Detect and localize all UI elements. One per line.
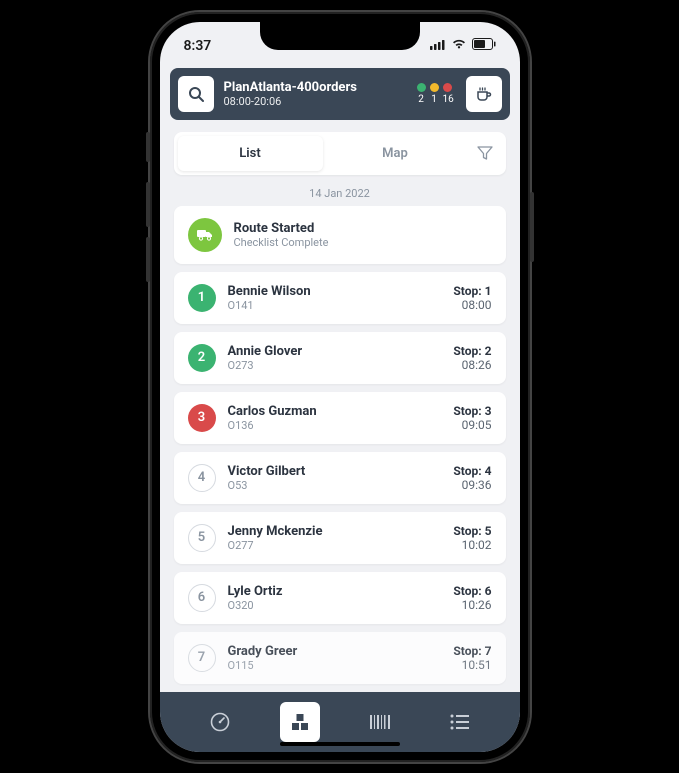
route-status-sub: Checklist Complete bbox=[234, 236, 492, 249]
stop-card[interactable]: 4 Victor Gilbert O53 Stop: 4 09:36 bbox=[174, 452, 506, 504]
stop-time: 09:36 bbox=[453, 478, 491, 492]
stop-name: Grady Greer bbox=[228, 644, 442, 659]
stop-card[interactable]: 6 Lyle Ortiz O320 Stop: 6 10:26 bbox=[174, 572, 506, 624]
stop-card[interactable]: 2 Annie Glover O273 Stop: 2 08:26 bbox=[174, 332, 506, 384]
stop-time: 10:51 bbox=[453, 658, 491, 672]
stop-name: Jenny Mckenzie bbox=[228, 524, 442, 539]
stop-time: 09:05 bbox=[453, 418, 491, 432]
stop-name: Carlos Guzman bbox=[228, 404, 442, 419]
tab-map[interactable]: Map bbox=[323, 136, 468, 171]
truck-badge bbox=[188, 218, 222, 252]
nav-stops[interactable] bbox=[280, 702, 320, 742]
search-icon bbox=[188, 86, 204, 102]
view-tabs: List Map bbox=[174, 132, 506, 175]
stop-card[interactable]: 5 Jenny Mckenzie O277 Stop: 5 10:02 bbox=[174, 512, 506, 564]
stop-code: O141 bbox=[228, 299, 442, 312]
list-icon bbox=[450, 714, 470, 730]
plan-time: 08:00-20:06 bbox=[224, 95, 407, 108]
battery-icon bbox=[472, 38, 496, 54]
home-indicator[interactable] bbox=[280, 742, 400, 746]
stop-name: Bennie Wilson bbox=[228, 284, 442, 299]
stop-number: Stop: 3 bbox=[453, 404, 491, 418]
stop-time: 08:26 bbox=[453, 358, 491, 372]
status-summary[interactable]: 2 1 16 bbox=[417, 83, 452, 105]
dot-yellow bbox=[430, 83, 439, 92]
coffee-icon bbox=[475, 85, 493, 103]
date-label: 14 Jan 2022 bbox=[160, 187, 520, 200]
nav-dashboard[interactable] bbox=[200, 702, 240, 742]
stop-number: Stop: 2 bbox=[453, 344, 491, 358]
stop-badge: 3 bbox=[188, 404, 216, 432]
route-status-title: Route Started bbox=[234, 221, 492, 236]
search-button[interactable] bbox=[178, 76, 214, 112]
wifi-icon bbox=[451, 38, 467, 54]
filter-icon bbox=[477, 145, 493, 161]
stop-number: Stop: 7 bbox=[453, 644, 491, 658]
stop-badge: 6 bbox=[188, 584, 216, 612]
dot-red bbox=[443, 83, 452, 92]
route-status-card[interactable]: Route Started Checklist Complete bbox=[174, 206, 506, 264]
count-yellow: 1 bbox=[430, 94, 439, 105]
clock: 8:37 bbox=[184, 38, 212, 54]
stop-number: Stop: 4 bbox=[453, 464, 491, 478]
stop-badge: 7 bbox=[188, 644, 216, 672]
nav-scan[interactable] bbox=[360, 702, 400, 742]
tab-list[interactable]: List bbox=[178, 136, 323, 171]
gauge-icon bbox=[209, 711, 231, 733]
stop-name: Victor Gilbert bbox=[228, 464, 442, 479]
stop-name: Annie Glover bbox=[228, 344, 442, 359]
stop-badge: 4 bbox=[188, 464, 216, 492]
dot-green bbox=[417, 83, 426, 92]
stop-code: O115 bbox=[228, 659, 442, 672]
stop-time: 10:02 bbox=[453, 538, 491, 552]
stop-card[interactable]: 1 Bennie Wilson O141 Stop: 1 08:00 bbox=[174, 272, 506, 324]
signal-icon bbox=[430, 38, 446, 54]
stop-number: Stop: 6 bbox=[453, 584, 491, 598]
truck-icon bbox=[196, 228, 214, 242]
stop-code: O320 bbox=[228, 599, 442, 612]
stop-code: O277 bbox=[228, 539, 442, 552]
stop-time: 08:00 bbox=[453, 298, 491, 312]
stop-number: Stop: 1 bbox=[453, 284, 491, 298]
stops-list: Route Started Checklist Complete 1 Benni… bbox=[160, 206, 520, 692]
barcode-icon bbox=[369, 714, 391, 730]
filter-button[interactable] bbox=[468, 145, 502, 161]
stop-time: 10:26 bbox=[453, 598, 491, 612]
app-header: PlanAtlanta-400orders 08:00-20:06 2 1 16 bbox=[170, 68, 510, 120]
nav-menu[interactable] bbox=[440, 702, 480, 742]
stop-number: Stop: 5 bbox=[453, 524, 491, 538]
stop-code: O53 bbox=[228, 479, 442, 492]
stop-badge: 5 bbox=[188, 524, 216, 552]
count-red: 16 bbox=[443, 94, 452, 105]
stop-badge: 2 bbox=[188, 344, 216, 372]
plan-title[interactable]: PlanAtlanta-400orders 08:00-20:06 bbox=[224, 80, 407, 108]
break-button[interactable] bbox=[466, 76, 502, 112]
stop-card[interactable]: 3 Carlos Guzman O136 Stop: 3 09:05 bbox=[174, 392, 506, 444]
stop-code: O273 bbox=[228, 359, 442, 372]
stop-badge: 1 bbox=[188, 284, 216, 312]
notch bbox=[260, 22, 420, 50]
stop-card[interactable]: 7 Grady Greer O115 Stop: 7 10:51 bbox=[174, 632, 506, 684]
stop-code: O136 bbox=[228, 419, 442, 432]
count-green: 2 bbox=[417, 94, 426, 105]
stop-name: Lyle Ortiz bbox=[228, 584, 442, 599]
boxes-icon bbox=[290, 712, 310, 732]
plan-name: PlanAtlanta-400orders bbox=[224, 80, 407, 95]
